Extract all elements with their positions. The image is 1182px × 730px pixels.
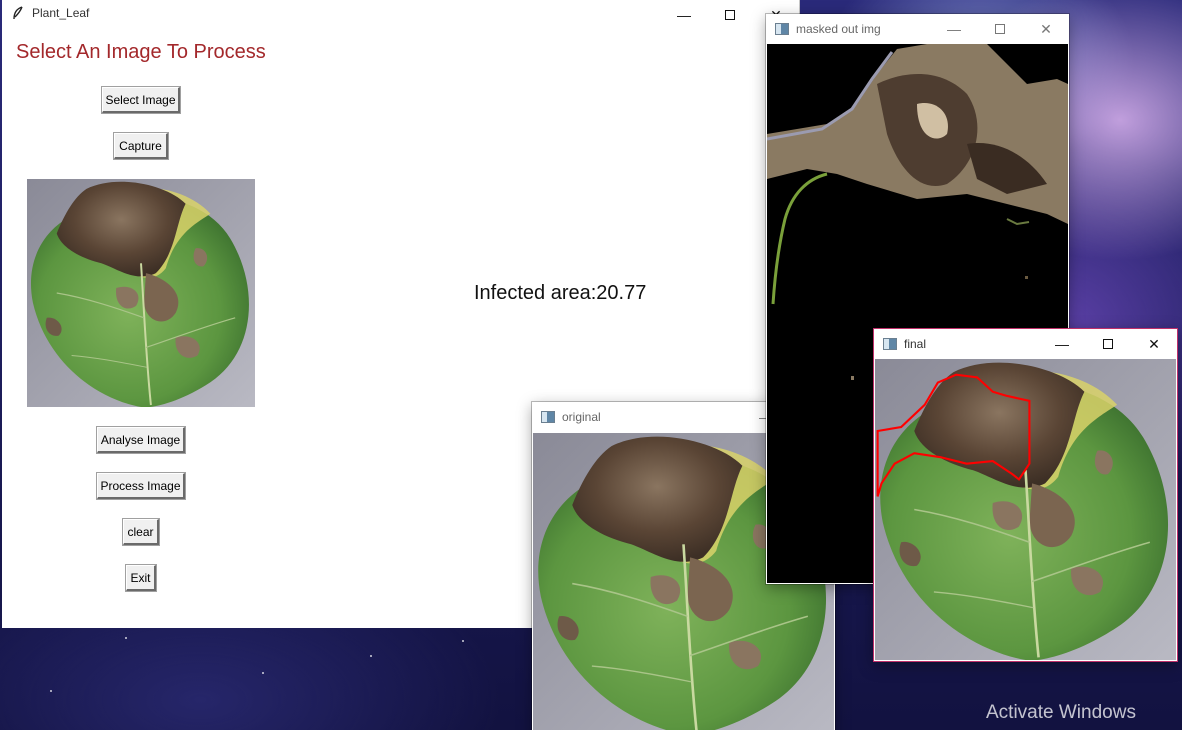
maximize-button[interactable] bbox=[1085, 329, 1131, 359]
image-window-icon bbox=[774, 21, 790, 37]
analyse-image-button[interactable]: Analyse Image bbox=[96, 426, 186, 454]
page-title: Select An Image To Process bbox=[16, 41, 266, 63]
select-image-button[interactable]: Select Image bbox=[101, 86, 181, 114]
final-image bbox=[875, 359, 1176, 660]
capture-button[interactable]: Capture bbox=[113, 132, 169, 160]
window-title: original bbox=[562, 410, 601, 424]
minimize-icon: — bbox=[1055, 336, 1069, 352]
selected-leaf-image bbox=[27, 179, 255, 407]
minimize-button[interactable]: — bbox=[1039, 329, 1085, 359]
minimize-button[interactable]: — bbox=[661, 0, 707, 30]
image-window-icon bbox=[540, 409, 556, 425]
star bbox=[262, 672, 264, 674]
close-icon: ✕ bbox=[1148, 335, 1160, 352]
minimize-button[interactable]: — bbox=[931, 14, 977, 44]
exit-button[interactable]: Exit bbox=[125, 564, 157, 592]
minimize-icon: — bbox=[947, 21, 961, 37]
feather-icon bbox=[10, 5, 26, 21]
clear-button[interactable]: clear bbox=[122, 518, 160, 546]
maximize-button[interactable] bbox=[977, 14, 1023, 44]
star bbox=[125, 637, 127, 639]
final-window: final — ✕ bbox=[873, 328, 1178, 662]
activate-windows-watermark: Activate Windows bbox=[986, 702, 1136, 723]
title-bar[interactable]: Plant_Leaf — ✕ bbox=[2, 0, 799, 26]
star bbox=[462, 640, 464, 642]
star bbox=[50, 690, 52, 692]
title-bar[interactable]: masked out img — ✕ bbox=[766, 14, 1069, 44]
maximize-icon bbox=[725, 10, 735, 20]
window-title: masked out img bbox=[796, 22, 881, 36]
maximize-button[interactable] bbox=[707, 0, 753, 30]
close-button[interactable]: ✕ bbox=[1023, 14, 1069, 44]
maximize-icon bbox=[995, 24, 1005, 34]
close-button[interactable]: ✕ bbox=[1131, 329, 1177, 359]
window-title: Plant_Leaf bbox=[32, 6, 90, 20]
window-title: final bbox=[904, 337, 927, 351]
infected-area-result: Infected area:20.77 bbox=[474, 282, 647, 304]
close-icon: ✕ bbox=[1040, 20, 1052, 37]
star bbox=[370, 655, 372, 657]
image-window-icon bbox=[882, 336, 898, 352]
process-image-button[interactable]: Process Image bbox=[96, 472, 186, 500]
maximize-icon bbox=[1103, 339, 1113, 349]
title-bar[interactable]: final — ✕ bbox=[874, 329, 1177, 359]
minimize-icon: — bbox=[677, 7, 691, 23]
